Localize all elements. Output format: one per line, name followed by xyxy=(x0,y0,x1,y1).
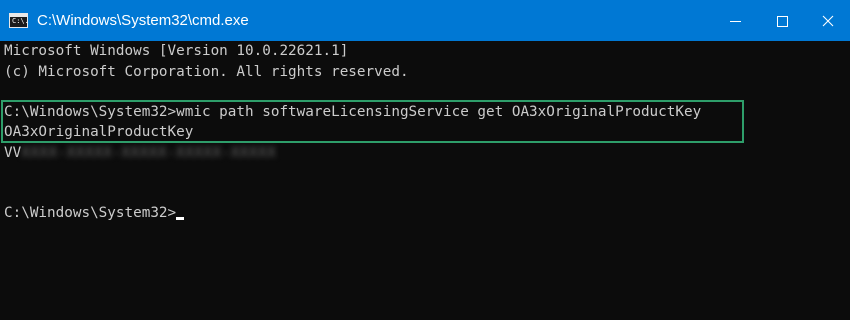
window-title: C:\Windows\System32\cmd.exe xyxy=(37,12,249,29)
prompt-line[interactable]: C:\Windows\System32> xyxy=(4,203,185,223)
cmd-app-icon[interactable]: C:\. xyxy=(9,13,29,28)
command-line: C:\Windows\System32>wmic path softwareLi… xyxy=(4,104,702,120)
minimize-icon xyxy=(730,21,741,22)
maximize-button[interactable] xyxy=(759,0,805,41)
maximize-icon xyxy=(777,16,788,27)
output-header-line: OA3xOriginalProductKey xyxy=(4,124,194,140)
version-line: Microsoft Windows [Version 10.0.22621.1] xyxy=(4,43,349,59)
close-icon xyxy=(822,15,834,27)
product-key-line: VVXXXX-XXXXX-XXXXX-XXXXX-XXXXX xyxy=(4,143,276,163)
text-cursor xyxy=(176,217,185,220)
prompt-text: C:\Windows\System32> xyxy=(4,205,177,221)
copyright-line: (c) Microsoft Corporation. All rights re… xyxy=(4,64,409,80)
close-button[interactable] xyxy=(805,0,850,41)
minimize-button[interactable] xyxy=(712,0,758,41)
title-bar[interactable]: C:\. C:\Windows\System32\cmd.exe xyxy=(0,0,850,41)
product-key-prefix: VV xyxy=(4,145,22,161)
console-output[interactable]: Microsoft Windows [Version 10.0.22621.1]… xyxy=(0,41,850,320)
cmd-window: C:\. C:\Windows\System32\cmd.exe Microso… xyxy=(0,0,850,320)
icon-glyph: C:\. xyxy=(12,17,29,25)
redacted-product-key: XXXX-XXXXX-XXXXX-XXXXX-XXXXX xyxy=(21,145,277,161)
